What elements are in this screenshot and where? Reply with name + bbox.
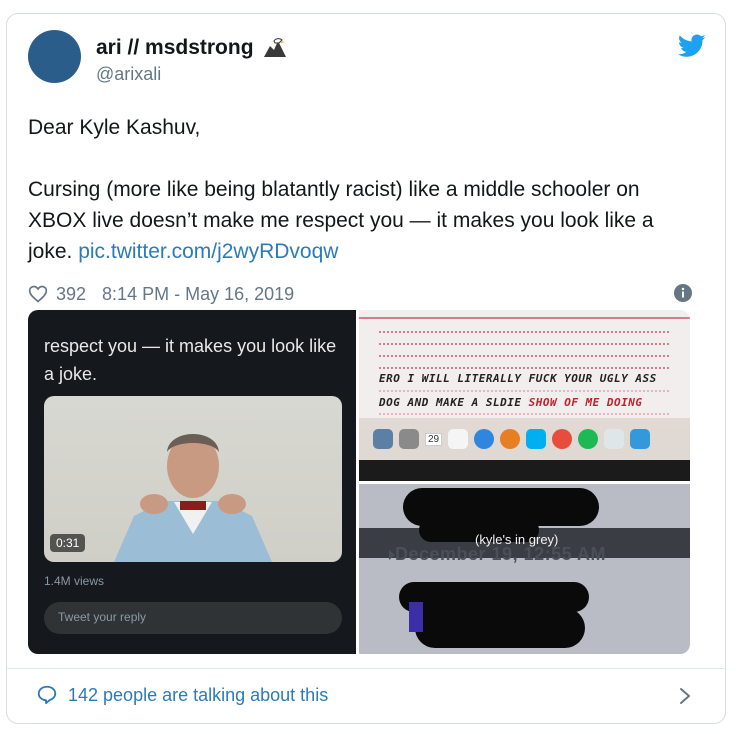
dock-app-icon	[604, 429, 625, 449]
handwriting-line-2: DOG AND MAKE A SLDIE SHOW OF ME DOING	[379, 396, 643, 409]
conversation-text[interactable]: 142 people are talking about this	[68, 685, 328, 706]
calendar-icon: 29	[425, 432, 443, 446]
display-name[interactable]: ari // msdstrong	[96, 36, 254, 60]
dock-app-icon	[526, 429, 547, 449]
screenshot-caption: respect you — it makes you look like a j…	[44, 336, 337, 384]
video-thumbnail[interactable]: 0:31	[44, 396, 342, 562]
speech-bubble-icon	[37, 685, 57, 705]
media-image-top-right[interactable]: ERO I WILL LITERALLY FUCK YOUR UGLY ASS …	[359, 310, 690, 481]
notebook-lines	[359, 310, 690, 430]
redaction	[415, 608, 585, 648]
mac-dock: 29	[359, 418, 690, 460]
author-handle[interactable]: @arixali	[96, 64, 161, 85]
tweet-meta-row: 392 8:14 PM - May 16, 2019	[28, 282, 693, 306]
dock-app-icon	[474, 429, 495, 449]
info-icon[interactable]	[673, 283, 693, 303]
handwriting-line-2-black: DOG AND MAKE A SLDIE	[379, 396, 529, 409]
caption-kyle: (kyle's in grey)	[475, 532, 559, 547]
person-figure	[114, 434, 272, 562]
dock-app-icon	[373, 429, 393, 449]
dock-app-icon	[500, 429, 521, 449]
dock-app-icon	[552, 429, 573, 449]
reply-input[interactable]: Tweet your reply	[44, 602, 342, 634]
tweet-media-link[interactable]: pic.twitter.com/j2wyRDvoqw	[78, 240, 338, 263]
twitter-bird-icon[interactable]	[678, 34, 706, 58]
tweet-text-greeting: Dear Kyle Kashuv,	[28, 116, 201, 139]
timestamp[interactable]: 8:14 PM - May 16, 2019	[102, 284, 294, 305]
chevron-right-icon[interactable]	[678, 686, 692, 706]
dock-app-icon	[448, 429, 469, 449]
author-name-row: ari // msdstrong	[96, 36, 288, 60]
conversation-link[interactable]: 142 people are talking about this	[36, 684, 328, 706]
media-image-bottom-right[interactable]: December 19, 12:55 AM (kyle's in grey)	[359, 484, 690, 654]
video-duration: 0:31	[50, 534, 86, 552]
view-count: 1.4M views	[44, 574, 105, 588]
handwriting-line-1: ERO I WILL LITERALLY FUCK YOUR UGLY ASS	[379, 372, 657, 385]
eagle-icon	[263, 38, 286, 57]
media-image-left[interactable]: respect you — it makes you look like a j…	[28, 310, 356, 654]
tweet-text: Dear Kyle Kashuv, Cursing (more like bei…	[28, 112, 700, 267]
dock-app-icon	[578, 429, 599, 449]
dock-app-icon	[399, 429, 419, 449]
like-count: 392	[56, 283, 87, 304]
media-grid[interactable]: respect you — it makes you look like a j…	[28, 310, 690, 654]
dock-app-icon	[630, 429, 651, 449]
chat-date: December 19, 12:55 AM	[395, 544, 606, 564]
divider	[6, 668, 726, 669]
handwriting-line-2-red: SHOW OF ME DOING	[528, 396, 643, 409]
avatar[interactable]	[28, 30, 81, 83]
heart-icon[interactable]	[28, 284, 48, 304]
